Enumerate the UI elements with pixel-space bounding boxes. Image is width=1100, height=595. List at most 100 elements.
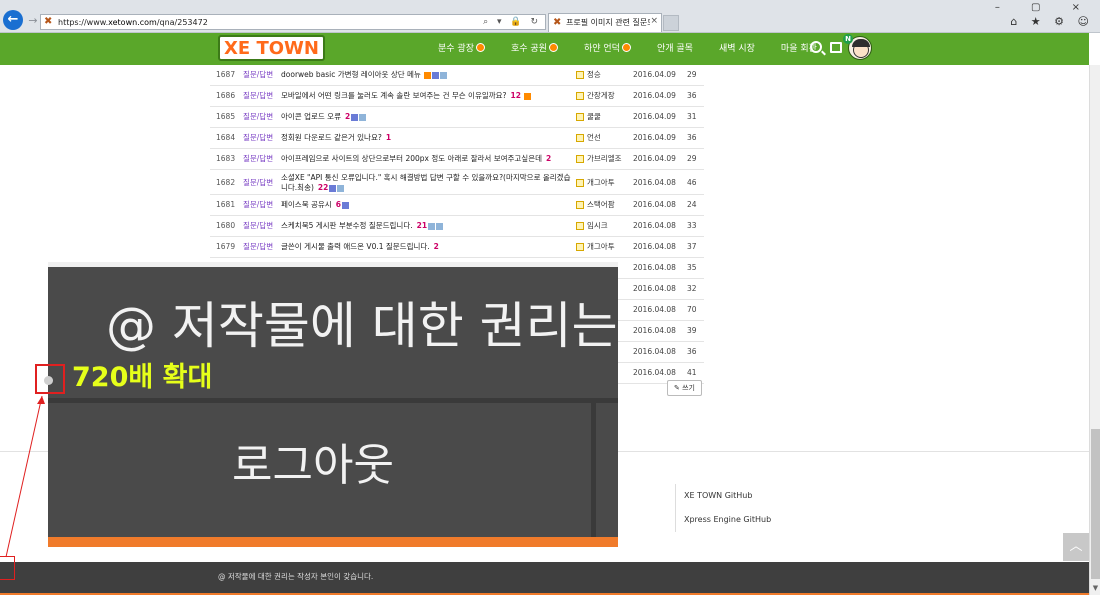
row-category[interactable]: 질문/답변	[243, 149, 273, 169]
row-title-text[interactable]: 모바일에서 어떤 링크를 눌러도 계속 솔란 보여주는 건 무슨 이유일까요?	[281, 91, 507, 100]
table-row[interactable]: 1684 질문/답변 정회원 다운로드 같은거 있나요? 1 언선 2016.04.09 3…	[210, 128, 704, 149]
row-title[interactable]: 소셜XE "API 통신 오류입니다." 혹시 해결방법 답변 구할 수 있을까…	[281, 173, 571, 193]
row-title-text[interactable]: 정회원 다운로드 같은거 있나요?	[281, 133, 382, 142]
forward-button[interactable]: →	[26, 14, 40, 28]
table-row[interactable]: 1682 질문/답변 소셜XE "API 통신 오류입니다." 혹시 해결방법 답변…	[210, 170, 704, 195]
comment-count: 12	[510, 91, 521, 100]
row-number: 1681	[216, 200, 236, 209]
row-author[interactable]: 가브리엘조	[576, 149, 634, 169]
browser-toolbar-icons[interactable]: ⌂ ★ ⚙ ☺	[1010, 15, 1094, 28]
row-category[interactable]: 질문/답변	[243, 216, 273, 236]
zoom-label: 720배 확대	[72, 362, 213, 393]
site-header: XE TOWN 분수 광장 호수 공원 하얀 언덕 안개 골목 새벽 시장 마을 회관 N	[0, 33, 1089, 65]
page-scrollbar[interactable]: ▼	[1089, 65, 1100, 595]
row-title-text[interactable]: 페이스북 공유시	[281, 200, 332, 209]
table-row[interactable]: 1683 질문/답변 아이프레임으로 사이트의 상단으로부터 200px 정도 아래…	[210, 149, 704, 170]
row-title[interactable]: 스케치북5 게시판 부분수정 질문드립니다. 21	[281, 216, 571, 236]
table-row[interactable]: 1686 질문/답변 모바일에서 어떤 링크를 눌러도 계속 솔란 보여주는 건 무…	[210, 86, 704, 107]
table-row[interactable]: 1685 질문/답변 아이콘 업로드 오류 2 쿨쿨 2016.04.09 31	[210, 107, 704, 128]
zoom-copyright-text: @ 저작물에 대한 권리는 작	[106, 297, 618, 355]
row-title[interactable]: 모바일에서 어떤 링크를 눌러도 계속 솔란 보여주는 건 무슨 이유일까요? 1…	[281, 86, 571, 106]
new-post-icon	[423, 71, 431, 79]
new-badge-icon	[548, 43, 558, 52]
file-icon	[341, 201, 349, 209]
write-button[interactable]: ✎ 쓰기	[667, 380, 702, 396]
row-title-text[interactable]: doorweb basic 가변형 레이아웃 상단 메뉴	[281, 70, 421, 79]
back-button[interactable]: ←	[3, 10, 23, 30]
address-bar[interactable]: ✖ https://www.xetown.com/qna/253472 ⌕ ▾ …	[40, 14, 546, 30]
table-row[interactable]: 1680 질문/답변 스케치북5 게시판 부분수정 질문드립니다. 21 임시크 2016…	[210, 216, 704, 237]
site-logo[interactable]: XE TOWN	[218, 35, 325, 61]
row-title-text[interactable]: 아이콘 업로드 오류	[281, 112, 341, 121]
row-title[interactable]: 아이콘 업로드 오류 2	[281, 107, 571, 127]
comment-count: 22	[317, 183, 329, 192]
row-views: 36	[687, 347, 697, 356]
url-text[interactable]: https://www.xetown.com/qna/253472	[58, 16, 208, 29]
row-views: 24	[687, 200, 697, 209]
row-date: 2016.04.08	[633, 326, 676, 335]
row-author[interactable]: 언선	[576, 128, 634, 148]
row-date: 2016.04.09	[633, 112, 676, 121]
table-row[interactable]: 1679 질문/답변 글쓴이 게시물 출력 애드온 V0.1 질문드립니다. 2 개그아…	[210, 237, 704, 258]
tab-close-icon[interactable]: ×	[650, 16, 658, 26]
tab-title: 프로필 이미지 관련 질문드...	[566, 18, 650, 27]
comment-count: 2	[344, 112, 351, 121]
menu-item[interactable]: 안개 골목	[657, 33, 693, 65]
row-category[interactable]: 질문/답변	[243, 86, 273, 106]
row-category[interactable]: 질문/답변	[243, 65, 273, 85]
back-to-top-button[interactable]: ︿	[1063, 533, 1089, 561]
row-author[interactable]: 개그아투	[576, 237, 634, 257]
scrollbar-thumb[interactable]	[1091, 429, 1100, 579]
row-title[interactable]: 글쓴이 게시물 출력 애드온 V0.1 질문드립니다. 2	[281, 237, 571, 257]
window-controls[interactable]: – ▢ ×	[995, 2, 1094, 13]
browser-tab[interactable]: ✖ 프로필 이미지 관련 질문드... ×	[548, 13, 662, 32]
row-category[interactable]: 질문/답변	[243, 170, 273, 195]
row-number: 1685	[216, 112, 236, 121]
menu-item[interactable]: 하얀 언덕	[584, 33, 631, 65]
row-author[interactable]: 임시크	[576, 216, 634, 236]
row-category[interactable]: 질문/답변	[243, 195, 273, 215]
row-author[interactable]: 쿨쿨	[576, 107, 634, 127]
row-category[interactable]: 질문/답변	[243, 237, 273, 257]
search-icon[interactable]	[810, 41, 822, 53]
page-root: ← → ✖ https://www.xetown.com/qna/253472 …	[0, 0, 1100, 595]
zoom-overlay: @ 저작물에 대한 권리는 작 로그아웃	[48, 262, 618, 547]
row-date: 2016.04.08	[633, 221, 676, 230]
url-path: /qna/253472	[156, 18, 208, 27]
row-number: 1679	[216, 242, 236, 251]
address-controls[interactable]: ⌕ ▾ 🔒 ↻	[483, 15, 541, 29]
row-title[interactable]: 아이프레임으로 사이트의 상단으로부터 200px 정도 아래로 잘라서 보여주…	[281, 149, 571, 169]
row-views: 36	[687, 91, 697, 100]
row-date: 2016.04.09	[633, 154, 676, 163]
row-title-text[interactable]: 아이프레임으로 사이트의 상단으로부터 200px 정도 아래로 잘라서 보여주…	[281, 154, 542, 163]
row-author[interactable]: 정승	[576, 65, 634, 85]
zoom-logout-text: 로그아웃	[232, 440, 394, 491]
row-title[interactable]: 정회원 다운로드 같은거 있나요? 1	[281, 128, 571, 148]
comment-count: 6	[335, 200, 341, 209]
row-category[interactable]: 질문/답변	[243, 128, 273, 148]
menu-item[interactable]: 호수 공원	[511, 33, 558, 65]
row-title[interactable]: doorweb basic 가변형 레이아웃 상단 메뉴	[281, 65, 571, 85]
row-title-text[interactable]: 글쓴이 게시물 출력 애드온 V0.1 질문드립니다.	[281, 242, 430, 251]
footer-link-xe-github[interactable]: Xpress Engine GitHub	[684, 508, 771, 532]
menu-item-label: 새벽 시장	[718, 44, 755, 54]
new-tab-button[interactable]	[663, 15, 679, 31]
row-title[interactable]: 페이스북 공유시 6	[281, 195, 571, 215]
row-author[interactable]: 스택어팜	[576, 195, 634, 215]
url-prefix: https://www.	[58, 18, 109, 27]
menu-item[interactable]: 새벽 시장	[719, 33, 755, 65]
table-row[interactable]: 1681 질문/답변 페이스북 공유시 6 스택어팜 2016.04.08 24	[210, 195, 704, 216]
zoom-top-strip	[48, 262, 618, 267]
row-title-text[interactable]: 스케치북5 게시판 부분수정 질문드립니다.	[281, 221, 413, 230]
row-category[interactable]: 질문/답변	[243, 107, 273, 127]
folder-icon[interactable]	[830, 42, 842, 53]
footer-link-xetown-github[interactable]: XE TOWN GitHub	[684, 484, 771, 508]
table-row[interactable]: 1687 질문/답변 doorweb basic 가변형 레이아웃 상단 메뉴 정승 2…	[210, 65, 704, 86]
row-number: 1686	[216, 91, 236, 100]
menu-item[interactable]: 분수 광장	[438, 33, 485, 65]
row-date: 2016.04.08	[633, 305, 676, 314]
row-author[interactable]: 간장게장	[576, 86, 634, 106]
menu-item-label: 분수 광장	[438, 44, 474, 54]
row-author[interactable]: 개그아투	[576, 170, 634, 195]
scroll-down-arrow-icon[interactable]: ▼	[1091, 584, 1100, 593]
